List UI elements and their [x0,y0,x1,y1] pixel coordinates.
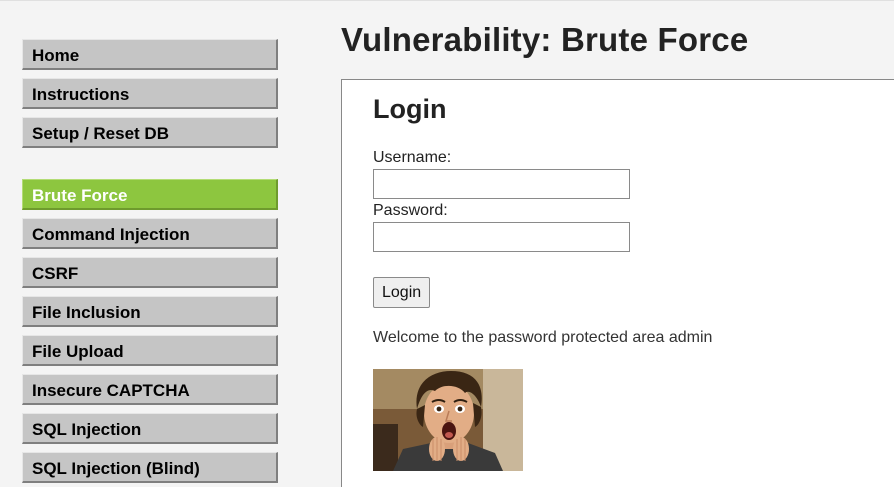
sidebar-item-instructions[interactable]: Instructions [22,78,278,109]
sidebar-menu: Home Instructions Setup / Reset DB Brute… [22,39,278,483]
sidebar-item-sql-injection-blind[interactable]: SQL Injection (Blind) [22,452,278,483]
vulnerability-panel: Login Username: Password: Login Welcome … [341,79,894,487]
sidebar-item-file-inclusion[interactable]: File Inclusion [22,296,278,327]
password-field[interactable] [373,222,630,252]
welcome-message: Welcome to the password protected area a… [373,329,713,346]
username-label: Username: [373,149,452,166]
menu-group-general: Home Instructions Setup / Reset DB [22,39,278,148]
sidebar-item-home[interactable]: Home [22,39,278,70]
sidebar-item-csrf[interactable]: CSRF [22,257,278,288]
sidebar-item-file-upload[interactable]: File Upload [22,335,278,366]
page: Home Instructions Setup / Reset DB Brute… [0,0,894,487]
password-label: Password: [373,202,448,219]
login-button[interactable]: Login [373,277,431,308]
login-heading: Login [373,94,447,124]
sidebar-item-brute-force[interactable]: Brute Force [22,179,278,210]
sidebar-item-sql-injection[interactable]: SQL Injection [22,413,278,444]
menu-group-vulnerabilities: Brute Force Command Injection CSRF File … [22,179,278,483]
page-title: Vulnerability: Brute Force [341,21,749,58]
sidebar-item-setup-reset-db[interactable]: Setup / Reset DB [22,117,278,148]
sidebar-item-insecure-captcha[interactable]: Insecure CAPTCHA [22,374,278,405]
user-avatar-image [373,369,523,471]
username-field[interactable] [373,169,630,199]
sidebar-item-command-injection[interactable]: Command Injection [22,218,278,249]
